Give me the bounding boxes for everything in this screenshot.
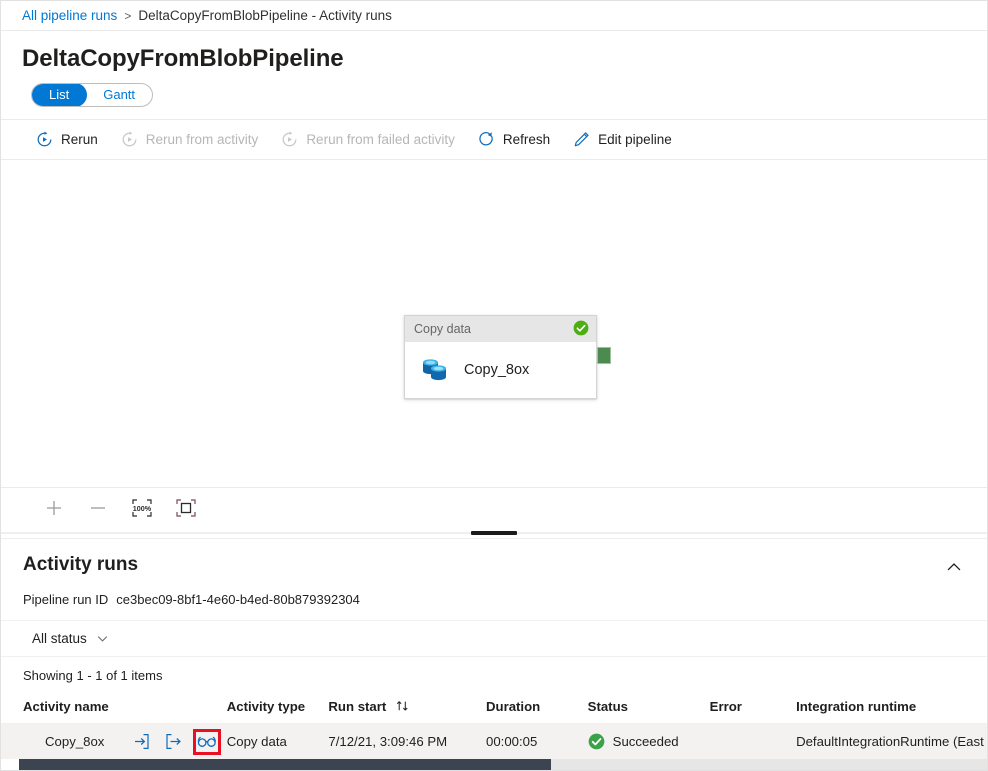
output-icon[interactable] <box>161 730 185 754</box>
chevron-down-icon <box>96 632 109 645</box>
table-row[interactable]: Copy_8ox <box>1 724 987 760</box>
rerun-from-failed-activity-icon <box>281 131 298 148</box>
activity-node-output-connector[interactable] <box>597 347 611 364</box>
refresh-icon <box>478 131 495 148</box>
title-area: DeltaCopyFromBlobPipeline <box>1 31 987 74</box>
canvas-zoom-toolbar: 100% <box>1 487 987 527</box>
cell-activity-type: Copy data <box>227 724 329 760</box>
panel-resize-grip[interactable] <box>471 531 517 535</box>
rerun-from-activity-icon <box>121 131 138 148</box>
cell-duration: 00:00:05 <box>486 724 588 760</box>
edit-pipeline-label: Edit pipeline <box>598 132 672 147</box>
column-header-duration[interactable]: Duration <box>486 692 588 724</box>
table-header-row: Activity name Activity type Run start <box>1 692 987 724</box>
refresh-label: Refresh <box>503 132 550 147</box>
rerun-from-failed-activity-button[interactable]: Rerun from failed activity <box>272 124 464 156</box>
pipeline-canvas[interactable]: Copy data <box>1 160 987 487</box>
rerun-from-activity-label: Rerun from activity <box>146 132 259 147</box>
edit-pipeline-button[interactable]: Edit pipeline <box>564 124 681 156</box>
pipeline-run-id-row: Pipeline run ID ce3bec09-8bf1-4e60-b4ed-… <box>1 583 987 607</box>
zoom-to-fit-icon[interactable] <box>169 493 203 523</box>
pipeline-activity-runs-page: All pipeline runs > DeltaCopyFromBlobPip… <box>0 0 988 771</box>
column-header-activity-name[interactable]: Activity name <box>1 692 227 724</box>
svg-text:100%: 100% <box>133 504 152 513</box>
copy-data-icon <box>419 355 451 385</box>
pipeline-run-id-value: ce3bec09-8bf1-4e60-b4ed-80b879392304 <box>116 592 360 607</box>
activity-runs-header: Activity runs <box>1 539 987 583</box>
activity-node-header: Copy data <box>405 316 596 342</box>
activity-name-link[interactable]: Copy_8ox <box>45 734 129 749</box>
activity-runs-filter-bar: All status <box>1 620 987 657</box>
activity-node-copy-data[interactable]: Copy data <box>404 315 597 399</box>
rerun-from-activity-button[interactable]: Rerun from activity <box>112 124 268 156</box>
page-title: DeltaCopyFromBlobPipeline <box>22 44 987 74</box>
status-filter-dropdown[interactable]: All status <box>23 626 117 652</box>
sort-updown-icon <box>396 699 409 714</box>
pipeline-run-id-label: Pipeline run ID <box>23 592 108 607</box>
column-header-integration-runtime[interactable]: Integration runtime <box>796 692 987 724</box>
activity-node-name-label: Copy_8ox <box>464 362 529 378</box>
pencil-icon <box>573 131 590 148</box>
cell-run-start: 7/12/21, 3:09:46 PM <box>328 724 486 760</box>
input-icon[interactable] <box>129 730 153 754</box>
table-horizontal-scrollbar[interactable] <box>19 759 987 770</box>
breadcrumb-all-pipeline-runs-link[interactable]: All pipeline runs <box>22 8 117 23</box>
activity-node-type-label: Copy data <box>414 322 471 336</box>
zoom-in-icon[interactable] <box>37 493 71 523</box>
status-badge: Succeeded <box>613 734 679 749</box>
rerun-label: Rerun <box>61 132 98 147</box>
tab-gantt[interactable]: Gantt <box>85 83 153 107</box>
cell-integration-runtime: DefaultIntegrationRuntime (East US) <box>796 724 987 760</box>
command-bar: Rerun Rerun from activity Rerun from <box>1 119 987 160</box>
cell-status: Succeeded <box>588 724 710 760</box>
rerun-button[interactable]: Rerun <box>27 124 107 156</box>
column-header-status[interactable]: Status <box>588 692 710 724</box>
activity-runs-title: Activity runs <box>23 553 138 577</box>
breadcrumb: All pipeline runs > DeltaCopyFromBlobPip… <box>1 1 987 31</box>
chevron-up-icon <box>946 559 962 578</box>
success-check-icon <box>573 320 589 339</box>
breadcrumb-current: DeltaCopyFromBlobPipeline - Activity run… <box>138 8 392 23</box>
zoom-out-icon[interactable] <box>81 493 115 523</box>
status-filter-label: All status <box>32 631 87 646</box>
refresh-button[interactable]: Refresh <box>469 124 559 156</box>
rerun-from-failed-activity-label: Rerun from failed activity <box>306 132 455 147</box>
success-check-icon <box>588 733 605 750</box>
activity-runs-panel: Activity runs Pipeline run ID ce3bec09-8… <box>1 539 987 770</box>
cell-activity-name: Copy_8ox <box>1 724 227 760</box>
showing-count-label: Showing 1 - 1 of 1 items <box>1 657 987 692</box>
view-mode-toggle-wrap: List Gantt <box>1 74 987 119</box>
details-glasses-icon[interactable] <box>193 729 221 755</box>
panel-resize-handle[interactable] <box>1 527 987 539</box>
activity-runs-collapse-button[interactable] <box>939 553 969 583</box>
tab-list[interactable]: List <box>31 83 87 107</box>
column-header-run-start-label: Run start <box>328 699 386 714</box>
cell-error <box>710 724 796 760</box>
activity-node-body: Copy_8ox <box>405 342 596 398</box>
rerun-icon <box>36 131 53 148</box>
activity-runs-table-wrap: Activity name Activity type Run start <box>1 692 987 770</box>
activity-runs-table: Activity name Activity type Run start <box>1 692 987 759</box>
view-mode-toggle: List Gantt <box>31 83 153 107</box>
zoom-to-100-percent-icon[interactable]: 100% <box>125 493 159 523</box>
column-header-activity-type[interactable]: Activity type <box>227 692 329 724</box>
column-header-run-start[interactable]: Run start <box>328 692 486 724</box>
column-header-error[interactable]: Error <box>710 692 796 724</box>
breadcrumb-separator: > <box>124 9 131 23</box>
table-horizontal-scrollbar-thumb[interactable] <box>19 759 551 770</box>
